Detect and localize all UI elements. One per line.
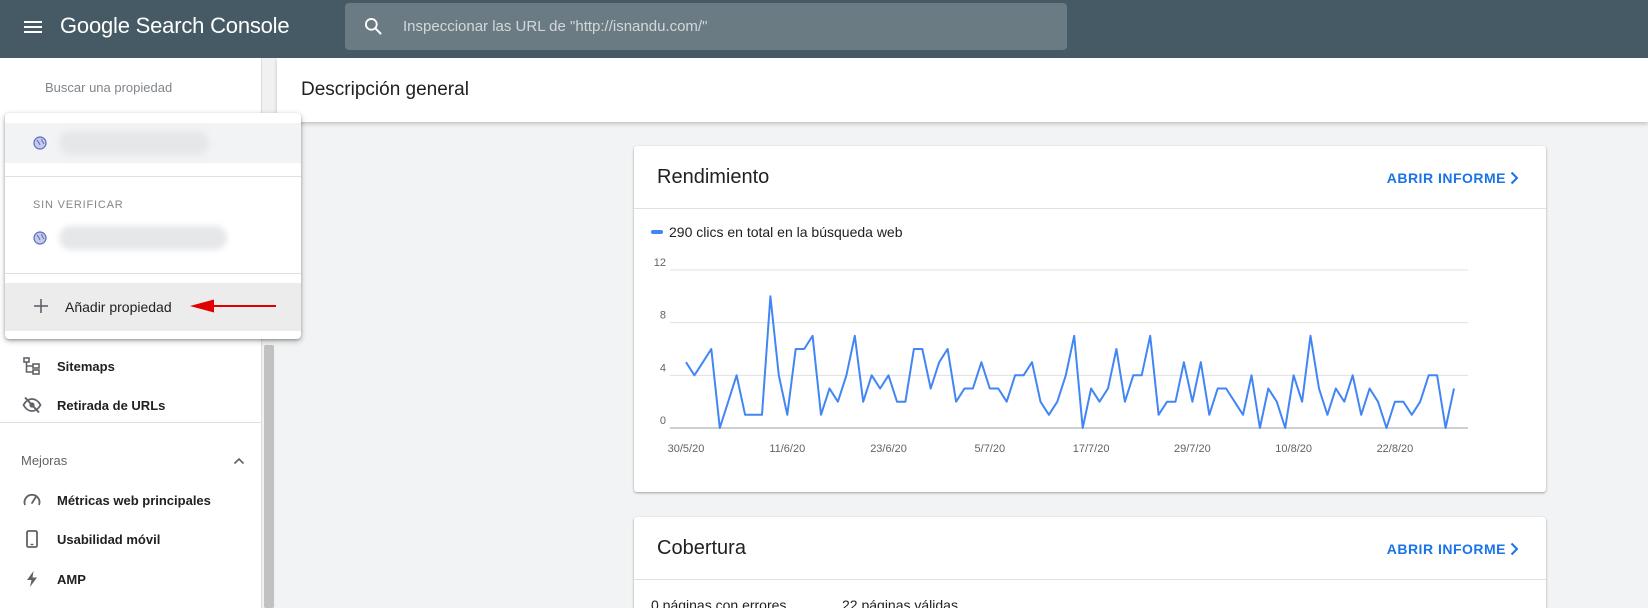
y-tick-label: 4 — [660, 362, 666, 374]
unverified-caption: SIN VERIFICAR — [33, 199, 124, 211]
x-tick-label: 23/6/20 — [870, 443, 907, 455]
url-inspection-search[interactable] — [345, 3, 1067, 50]
plus-icon — [34, 299, 48, 313]
phone-icon — [26, 530, 38, 548]
card-divider — [634, 579, 1546, 580]
app-logo[interactable]: Google Search Console — [60, 13, 290, 39]
search-input[interactable] — [403, 3, 1053, 50]
sidebar-item-label: AMP — [57, 571, 86, 587]
section-label: Mejoras — [21, 453, 68, 468]
globe-icon — [33, 136, 47, 150]
series-line-clicks — [685, 295, 1455, 429]
add-property-label: Añadir propiedad — [65, 299, 172, 315]
coverage-card-title: Cobertura — [657, 537, 746, 559]
chevron-right-icon[interactable] — [1506, 170, 1522, 186]
coverage-open-report-link[interactable]: ABRIR INFORME — [1387, 541, 1506, 557]
card-divider — [634, 208, 1546, 209]
legend-errors[interactable]: 0 páginas con errores — [651, 597, 786, 608]
coverage-card: Cobertura ABRIR INFORME 0 páginas con er… — [634, 517, 1546, 608]
property-option-verified[interactable] — [5, 123, 301, 163]
chevron-right-icon[interactable] — [1506, 541, 1522, 557]
x-tick-label: 10/8/20 — [1275, 443, 1312, 455]
x-tick-label: 11/6/20 — [769, 443, 805, 455]
sidebar-scrollbar-thumb[interactable] — [264, 345, 274, 608]
sidebar-item-label: Sitemaps — [57, 358, 115, 374]
sidebar-item-mobile-usability[interactable]: Usabilidad móvil — [0, 521, 262, 557]
sidebar-section-mejoras[interactable]: Mejoras — [21, 453, 246, 468]
legend-valid[interactable]: 22 páginas válidas — [842, 597, 958, 608]
x-tick-label: 5/7/20 — [975, 443, 1006, 455]
globe-icon — [33, 231, 47, 245]
x-tick-label: 30/5/20 — [668, 443, 705, 455]
redacted-property-name — [59, 226, 227, 250]
main-header: Descripción general — [277, 58, 1648, 122]
performance-card-title: Rendimiento — [657, 166, 770, 188]
sidebar-item-label: Métricas web principales — [57, 492, 211, 508]
dropdown-divider — [5, 176, 301, 177]
sidebar-item-core-web-vitals[interactable]: Métricas web principales — [0, 482, 262, 518]
legend-swatch — [651, 230, 663, 234]
performance-chart[interactable]: 0 4 8 12 30/5/20 11/6/20 23/6/20 5/7/20 17/7/20 2… — [634, 246, 1546, 486]
search-icon — [365, 18, 382, 35]
y-tick-label: 0 — [660, 415, 666, 427]
legend-errors-label: 0 páginas con errores — [651, 597, 787, 608]
sidebar-divider — [0, 422, 262, 423]
y-tick-label: 12 — [654, 257, 666, 269]
redacted-property-name — [59, 131, 209, 155]
property-search-placeholder[interactable]: Buscar una propiedad — [45, 80, 172, 95]
menu-icon[interactable] — [22, 17, 44, 39]
speedometer-icon — [23, 493, 41, 506]
top-app-bar: Google Search Console — [0, 0, 1648, 58]
sidebar-item-amp[interactable]: AMP — [0, 561, 262, 597]
performance-open-report-link[interactable]: ABRIR INFORME — [1387, 170, 1506, 186]
property-option-unverified[interactable] — [5, 218, 301, 258]
page-title: Descripción general — [301, 79, 469, 100]
performance-card: Rendimiento ABRIR INFORME 290 clics en t… — [634, 146, 1546, 492]
sidebar-item-label: Retirada de URLs — [57, 397, 166, 413]
x-tick-label: 22/8/20 — [1377, 443, 1414, 455]
sitemap-icon — [23, 357, 40, 375]
eye-off-icon — [22, 396, 42, 414]
x-tick-label: 17/7/20 — [1073, 443, 1110, 455]
red-arrow-annotation — [190, 299, 276, 313]
x-tick-label: 29/7/20 — [1174, 443, 1211, 455]
sidebar-item-sitemaps[interactable]: Sitemaps — [0, 348, 262, 384]
legend-valid-label: 22 páginas válidas — [842, 597, 958, 608]
bolt-icon — [27, 571, 37, 587]
chevron-up-icon[interactable] — [232, 454, 246, 468]
sidebar-item-label: Usabilidad móvil — [57, 531, 161, 547]
dropdown-divider — [5, 273, 301, 274]
logo-product: Search Console — [135, 13, 290, 38]
logo-google: Google — [60, 13, 130, 38]
sidebar-item-url-removal[interactable]: Retirada de URLs — [0, 387, 262, 423]
legend-label: 290 clics en total en la búsqueda web — [669, 224, 903, 240]
y-tick-label: 8 — [660, 310, 666, 322]
chart-legend[interactable]: 290 clics en total en la búsqueda web — [651, 224, 903, 240]
